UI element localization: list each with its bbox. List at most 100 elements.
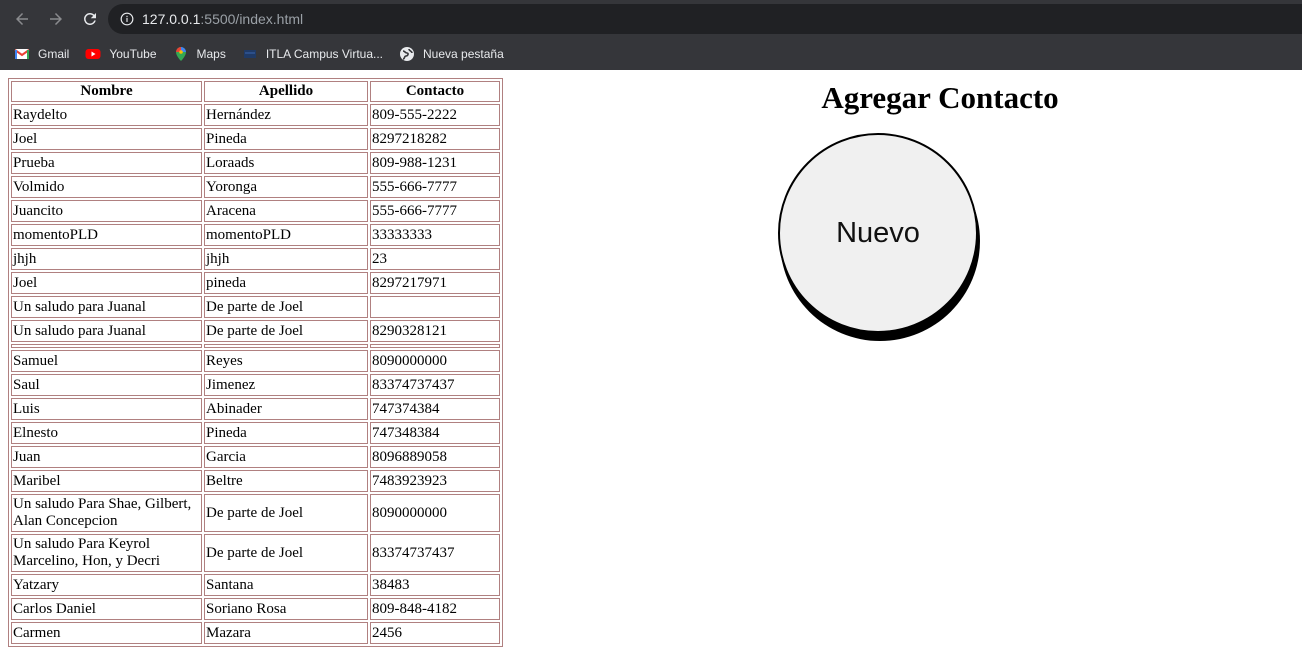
table-row: Raydelto Hernández 809-555-2222	[11, 104, 500, 126]
bookmark-new-tab[interactable]: Nueva pestaña	[399, 46, 504, 62]
cell-nombre: Joel	[11, 272, 202, 294]
table-row: Saul Jimenez 83374737437	[11, 374, 500, 396]
table-header-row: Nombre Apellido Contacto	[11, 81, 500, 102]
cell-contacto: 8297217971	[370, 272, 500, 294]
cell-contacto: 747348384	[370, 422, 500, 444]
cell-apellido: momentoPLD	[204, 224, 368, 246]
url-host: 127.0.0.1	[142, 11, 201, 27]
cell-nombre: Un saludo Para Shae, Gilbert, Alan Conce…	[11, 494, 202, 532]
cell-nombre: Un saludo para Juanal	[11, 320, 202, 342]
cell-nombre: Juan	[11, 446, 202, 468]
cell-apellido: Reyes	[204, 350, 368, 372]
forward-button[interactable]	[40, 3, 72, 35]
cell-nombre: Samuel	[11, 350, 202, 372]
bookmarks-bar: Gmail YouTube Maps ITLA Campus Virtua...…	[0, 37, 1302, 70]
table-row: Maribel Beltre 7483923923	[11, 470, 500, 492]
cell-contacto: 8090000000	[370, 494, 500, 532]
cell-contacto: 809-848-4182	[370, 598, 500, 620]
bookmark-maps[interactable]: Maps	[173, 46, 226, 62]
cell-contacto: 747374384	[370, 398, 500, 420]
column-header-contacto: Contacto	[370, 81, 500, 102]
cell-apellido: Pineda	[204, 128, 368, 150]
cell-apellido: Pineda	[204, 422, 368, 444]
cell-nombre: Un saludo Para Keyrol Marcelino, Hon, y …	[11, 534, 202, 572]
cell-apellido	[204, 344, 368, 348]
back-button[interactable]	[6, 3, 38, 35]
cell-apellido: De parte de Joel	[204, 534, 368, 572]
table-row: Elnesto Pineda 747348384	[11, 422, 500, 444]
bookmark-youtube[interactable]: YouTube	[85, 46, 157, 62]
column-header-nombre: Nombre	[11, 81, 202, 102]
cell-nombre: Luis	[11, 398, 202, 420]
cell-apellido: Soriano Rosa	[204, 598, 368, 620]
cell-nombre	[11, 344, 202, 348]
address-bar[interactable]: 127.0.0.1:5500/index.html	[108, 4, 1302, 34]
cell-contacto: 809-988-1231	[370, 152, 500, 174]
cell-contacto: 7483923923	[370, 470, 500, 492]
cell-nombre: Elnesto	[11, 422, 202, 444]
globe-icon	[399, 46, 415, 62]
new-contact-button[interactable]: Nuevo	[778, 133, 978, 333]
cell-apellido: Santana	[204, 574, 368, 596]
cell-apellido: jhjh	[204, 248, 368, 270]
cell-nombre: Maribel	[11, 470, 202, 492]
table-row: Carlos Daniel Soriano Rosa 809-848-4182	[11, 598, 500, 620]
browser-chrome: 127.0.0.1:5500/index.html Gmail YouTube …	[0, 0, 1302, 70]
table-row: Volmido Yoronga 555-666-7777	[11, 176, 500, 198]
cell-nombre: Saul	[11, 374, 202, 396]
cell-apellido: De parte de Joel	[204, 494, 368, 532]
bookmark-label: ITLA Campus Virtua...	[265, 46, 384, 61]
reload-icon	[84, 12, 96, 25]
cell-contacto: 555-666-7777	[370, 176, 500, 198]
page-title: Agregar Contacto	[821, 80, 1059, 115]
cell-contacto: 8090000000	[370, 350, 500, 372]
cell-contacto: 83374737437	[370, 374, 500, 396]
table-row: Un saludo Para Shae, Gilbert, Alan Conce…	[11, 494, 500, 532]
page-content: Nombre Apellido Contacto Raydelto Hernánd…	[0, 70, 1302, 647]
reload-button[interactable]	[74, 3, 106, 35]
table-row	[11, 344, 500, 348]
cell-nombre: jhjh	[11, 248, 202, 270]
cell-apellido: Aracena	[204, 200, 368, 222]
cell-apellido: Jimenez	[204, 374, 368, 396]
table-row: jhjh jhjh 23	[11, 248, 500, 270]
cell-apellido: Yoronga	[204, 176, 368, 198]
itla-icon	[242, 46, 258, 62]
bookmark-label: Maps	[196, 46, 226, 61]
cell-nombre: Prueba	[11, 152, 202, 174]
cell-nombre: momentoPLD	[11, 224, 202, 246]
bookmark-itla[interactable]: ITLA Campus Virtua...	[242, 46, 383, 62]
cell-apellido: Beltre	[204, 470, 368, 492]
add-contact-section: Agregar Contacto	[700, 78, 1180, 118]
cell-contacto: 23	[370, 248, 500, 270]
contacts-table-body: Raydelto Hernández 809-555-2222 Joel Pineda 8…	[11, 104, 500, 644]
cell-nombre: Carmen	[11, 622, 202, 644]
youtube-icon	[85, 46, 101, 62]
table-row: Joel pineda 8297217971	[11, 272, 500, 294]
cell-contacto: 8096889058	[370, 446, 500, 468]
site-info-icon[interactable]	[120, 12, 134, 26]
cell-apellido: Mazara	[204, 622, 368, 644]
table-row: momentoPLD momentoPLD 33333333	[11, 224, 500, 246]
cell-nombre: Volmido	[11, 176, 202, 198]
cell-contacto: 555-666-7777	[370, 200, 500, 222]
table-row: Yatzary Santana 38483	[11, 574, 500, 596]
back-arrow-icon	[16, 12, 28, 25]
cell-contacto: 2456	[370, 622, 500, 644]
cell-nombre: Raydelto	[11, 104, 202, 126]
cell-apellido: Abinader	[204, 398, 368, 420]
table-row: Prueba Loraads 809-988-1231	[11, 152, 500, 174]
bookmark-gmail[interactable]: Gmail	[14, 46, 69, 62]
bookmark-label: YouTube	[109, 46, 157, 61]
cell-contacto: 809-555-2222	[370, 104, 500, 126]
table-row: Un saludo para Juanal De parte de Joel 829…	[11, 320, 500, 342]
cell-nombre: Un saludo para Juanal	[11, 296, 202, 318]
bookmark-label: Gmail	[38, 46, 70, 61]
table-row: Juan Garcia 8096889058	[11, 446, 500, 468]
cell-apellido: pineda	[204, 272, 368, 294]
bookmark-label: Nueva pestaña	[423, 46, 504, 61]
cell-nombre: Carlos Daniel	[11, 598, 202, 620]
table-row: Luis Abinader 747374384	[11, 398, 500, 420]
cell-apellido: De parte de Joel	[204, 320, 368, 342]
url-path: :5500/index.html	[200, 11, 304, 27]
